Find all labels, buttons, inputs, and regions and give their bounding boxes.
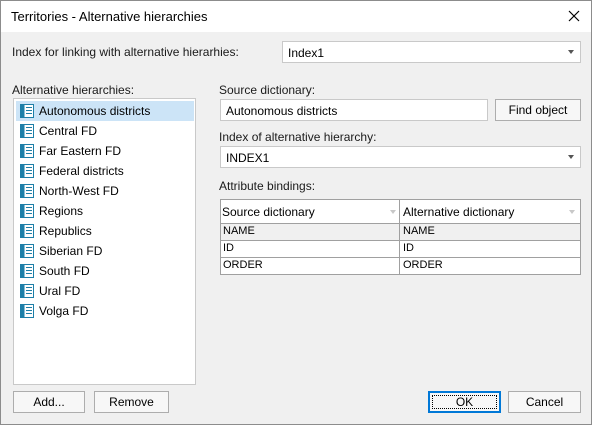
index-link-value: Index1: [288, 46, 325, 60]
attribute-bindings-grid[interactable]: Source dictionary Alternative dictionary…: [220, 199, 581, 275]
cancel-button[interactable]: Cancel: [508, 391, 581, 413]
list-item[interactable]: Volga FD: [16, 301, 194, 321]
grid-header: Source dictionary Alternative dictionary: [221, 200, 580, 224]
table-cell: NAME: [223, 225, 255, 237]
dictionary-icon: [20, 224, 34, 238]
index-link-combo[interactable]: Index1: [282, 41, 581, 63]
list-item-label: Far Eastern FD: [39, 144, 122, 158]
add-button[interactable]: Add...: [13, 391, 85, 413]
table-cell: ORDER: [223, 259, 263, 271]
close-button[interactable]: [561, 4, 587, 28]
list-item[interactable]: Autonomous districts: [16, 101, 194, 121]
list-item-label: Siberian FD: [39, 244, 103, 258]
list-item-label: North-West FD: [39, 184, 119, 198]
table-cell: ORDER: [403, 259, 443, 271]
table-cell: ID: [223, 242, 234, 254]
table-cell: ID: [403, 242, 414, 254]
dictionary-icon: [20, 304, 34, 318]
remove-button[interactable]: Remove: [94, 391, 169, 413]
source-dictionary-field[interactable]: Autonomous districts: [220, 99, 488, 121]
source-dictionary-value: Autonomous districts: [226, 104, 338, 118]
dictionary-icon: [20, 244, 34, 258]
close-icon: [568, 10, 580, 22]
list-item[interactable]: Siberian FD: [16, 241, 194, 261]
table-row[interactable]: ORDER ORDER: [221, 258, 580, 275]
table-row[interactable]: ID ID: [221, 241, 580, 258]
list-item-label: Federal districts: [39, 164, 124, 178]
chevron-down-icon: [568, 50, 574, 54]
list-item[interactable]: South FD: [16, 261, 194, 281]
dictionary-icon: [20, 264, 34, 278]
alt-index-value: INDEX1: [226, 151, 270, 165]
chevron-down-icon: [568, 155, 574, 159]
list-item[interactable]: Regions: [16, 201, 194, 221]
dialog-window: Territories - Alternative hierarchies In…: [0, 0, 592, 425]
list-item[interactable]: North-West FD: [16, 181, 194, 201]
list-item-label: Autonomous districts: [39, 104, 151, 118]
title-bar: Territories - Alternative hierarchies: [1, 1, 591, 32]
alt-index-label: Index of alternative hierarchy:: [219, 130, 377, 144]
dictionary-icon: [20, 284, 34, 298]
table-row[interactable]: NAME NAME: [221, 224, 580, 241]
dictionary-icon: [20, 104, 34, 118]
alt-hierarchies-label: Alternative hierarchies:: [12, 83, 135, 97]
list-item-label: South FD: [39, 264, 90, 278]
source-dictionary-label: Source dictionary:: [219, 83, 316, 97]
alt-hierarchies-list[interactable]: Autonomous districts Central FD Far Easter…: [13, 98, 196, 385]
dictionary-icon: [20, 144, 34, 158]
grid-header-source[interactable]: Source dictionary: [221, 200, 315, 224]
ok-button[interactable]: OK: [428, 391, 501, 413]
list-item[interactable]: Far Eastern FD: [16, 141, 194, 161]
dictionary-icon: [20, 124, 34, 138]
focus-rect: [432, 395, 497, 409]
alt-index-combo[interactable]: INDEX1: [220, 146, 581, 168]
list-item-label: Volga FD: [39, 304, 89, 318]
sort-icon: [569, 210, 575, 214]
find-object-button[interactable]: Find object: [495, 99, 581, 121]
index-link-label: Index for linking with alternative hiera…: [12, 45, 239, 59]
list-item-label: Regions: [39, 204, 84, 218]
dictionary-icon: [20, 184, 34, 198]
list-item-label: Central FD: [39, 124, 98, 138]
list-item[interactable]: Ural FD: [16, 281, 194, 301]
list-item-label: Republics: [39, 224, 92, 238]
list-item[interactable]: Central FD: [16, 121, 194, 141]
column-divider: [399, 200, 400, 274]
table-cell: NAME: [403, 225, 435, 237]
attribute-bindings-label: Attribute bindings:: [219, 179, 316, 193]
grid-header-alternative[interactable]: Alternative dictionary: [402, 200, 514, 224]
sort-icon: [390, 210, 396, 214]
dictionary-icon: [20, 164, 34, 178]
list-item[interactable]: Republics: [16, 221, 194, 241]
list-item[interactable]: Federal districts: [16, 161, 194, 181]
dictionary-icon: [20, 204, 34, 218]
window-title: Territories - Alternative hierarchies: [11, 9, 208, 24]
list-item-label: Ural FD: [39, 284, 81, 298]
